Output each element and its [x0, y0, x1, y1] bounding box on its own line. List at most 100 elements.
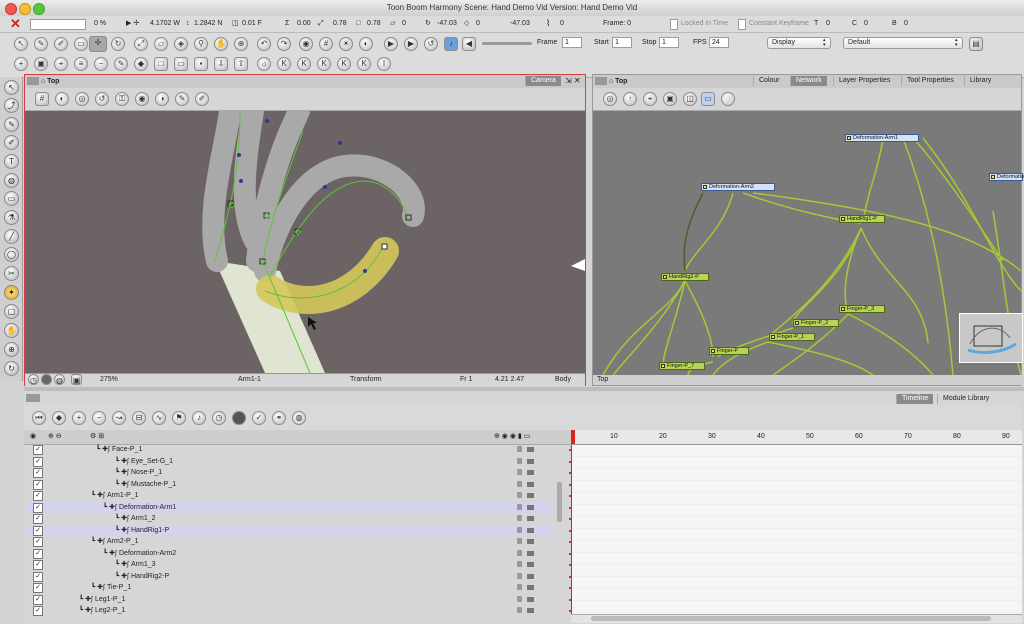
line-tool-icon[interactable]: ╱: [4, 229, 19, 244]
tl-settings-header-icon[interactable]: ⚙ ⊞: [90, 432, 104, 442]
node-finger-p1[interactable]: Finger-P_1: [769, 333, 815, 341]
save-icon[interactable]: ▪: [194, 57, 208, 71]
tl-first-icon[interactable]: ⏮: [32, 411, 46, 425]
layer-lock-icon[interactable]: [517, 538, 522, 544]
layer-color-swatch[interactable]: [527, 470, 534, 475]
frame-key-marker[interactable]: [569, 610, 571, 612]
tab-tool-properties[interactable]: Tool Properties: [901, 76, 959, 86]
morph-tool-icon[interactable]: ◈: [174, 37, 188, 51]
layer-color-swatch[interactable]: [527, 458, 534, 464]
frame-field[interactable]: 1: [562, 37, 582, 48]
layer-row[interactable]: ✓ ┗ ✚∫ Arm1_3: [27, 559, 553, 570]
layer-color-swatch[interactable]: [527, 539, 534, 544]
node-monitor-icon[interactable]: ▭: [701, 92, 715, 106]
brush-icon[interactable]: ✎: [34, 37, 48, 51]
layer-enable-checkbox[interactable]: ✓: [33, 468, 43, 478]
key-icon[interactable]: K: [277, 57, 291, 71]
transform-tool-side-icon[interactable]: ▢: [4, 304, 19, 319]
layer-props-icon[interactable]: ≡: [74, 57, 88, 71]
redo-icon[interactable]: ↷: [277, 37, 291, 51]
layer-lock-icon[interactable]: [517, 607, 522, 613]
layer-row[interactable]: ✓ ┗ ✚∫ HandRig2-P: [27, 571, 553, 582]
layer-color-swatch[interactable]: [527, 481, 534, 487]
zoom-tool-side-icon[interactable]: ⊕: [4, 342, 19, 357]
tl-motion-icon[interactable]: ↝: [112, 411, 126, 425]
node-finger-p7[interactable]: Finger-P_7: [659, 362, 705, 370]
eraser-icon[interactable]: ▭: [74, 37, 88, 51]
play-sound-icon[interactable]: ▶: [404, 37, 418, 51]
timeline-menu-icon[interactable]: [26, 394, 40, 402]
new-scene-icon[interactable]: □: [154, 57, 168, 71]
sound-scrub-icon[interactable]: ◀: [462, 37, 476, 51]
layer-row[interactable]: ✓ ┗ ✚∫ Deformation-Arm2: [27, 548, 553, 559]
skew-tool-icon[interactable]: ▱: [154, 37, 168, 51]
hand-tool-icon[interactable]: ✋: [214, 37, 228, 51]
node-handrig2[interactable]: HandRig2-P: [661, 273, 709, 281]
frame-key-marker[interactable]: [569, 518, 571, 520]
frame-key-marker[interactable]: [569, 575, 571, 578]
tl-ease-icon[interactable]: ∿: [152, 411, 166, 425]
settings-icon[interactable]: ▤: [969, 37, 983, 51]
tl-zoom-header-icon[interactable]: ⊕ ◉ ◉ ▮ ▭: [494, 432, 530, 442]
zoom-window-button[interactable]: [33, 3, 45, 15]
frame-key-marker[interactable]: [569, 598, 571, 601]
panel-close-icon[interactable]: ⇲ ✕: [565, 76, 581, 85]
tl-sound-icon[interactable]: ♪: [192, 411, 206, 425]
keyframe-icon[interactable]: ◆: [134, 57, 148, 71]
layer-color-swatch[interactable]: [527, 585, 534, 590]
layer-row[interactable]: ✓ ┗ ✚∫ Leg1-P_1: [27, 594, 553, 605]
onion-skin-icon[interactable]: ◐: [359, 37, 373, 51]
grid-toggle-icon[interactable]: #: [35, 92, 49, 106]
frame-key-marker[interactable]: [569, 495, 571, 497]
layer-enable-checkbox[interactable]: ✓: [33, 537, 43, 547]
mask-icon[interactable]: ◑: [155, 92, 169, 106]
display-select[interactable]: Display: [767, 37, 831, 49]
layer-row[interactable]: ✓ ┗ ✚∫ Tie-P_1: [27, 582, 553, 593]
dropper-tool-icon[interactable]: ⚗: [4, 210, 19, 225]
skew-a-value[interactable]: 0: [402, 19, 406, 29]
color-icon[interactable]: ◉: [135, 92, 149, 106]
timeline-ruler[interactable]: 10 20 30 40 50 60 70 80 90: [571, 430, 1022, 445]
start-field[interactable]: 1: [612, 37, 632, 48]
rotate-tool-icon[interactable]: ↻: [111, 37, 125, 51]
key-2-icon[interactable]: K: [297, 57, 311, 71]
node-finger-p3[interactable]: Finger-P_3: [839, 305, 885, 313]
pencil-icon[interactable]: ✐: [54, 37, 68, 51]
layer-row[interactable]: ✓ ┗ ✚∫ Arm1_2: [27, 513, 553, 524]
peg-icon[interactable]: ⌖: [54, 57, 68, 71]
layer-row[interactable]: ✓ ┗ ✚∫ Face-P_1: [27, 444, 553, 455]
frame-key-marker[interactable]: [569, 506, 571, 509]
brush-tool-icon[interactable]: ✎: [4, 117, 19, 132]
offset-value[interactable]: 0: [476, 19, 480, 29]
onion-icon[interactable]: ◐: [55, 92, 69, 106]
frame-key-marker[interactable]: [569, 529, 571, 532]
tab-module-library[interactable]: Module Library: [937, 394, 994, 404]
fps-field[interactable]: 24: [709, 37, 729, 48]
c-value[interactable]: 0: [864, 19, 868, 29]
eraser-tool-icon[interactable]: ▭: [4, 191, 19, 206]
layer-lock-icon[interactable]: [517, 561, 522, 567]
scale-tool-icon[interactable]: ⤢: [134, 37, 148, 51]
layer-enable-checkbox[interactable]: ✓: [33, 525, 43, 536]
layer-enable-checkbox[interactable]: ✓: [33, 548, 43, 559]
tl-check-icon[interactable]: ✓: [252, 411, 266, 425]
layer-row[interactable]: ✓ ┗ ✚∫ Mustache-P_1: [27, 479, 553, 490]
reset-view-icon[interactable]: ↺: [95, 92, 109, 106]
layer-row[interactable]: ✓ ┗ ✚∫ Nose-P_1: [27, 467, 553, 478]
tab-timeline[interactable]: Timeline: [896, 394, 934, 404]
default-select[interactable]: Default: [843, 37, 963, 49]
camera-icon[interactable]: ◉: [299, 37, 313, 51]
skew-b-value[interactable]: -47.03: [437, 19, 457, 29]
node-panel-menu-icon[interactable]: [595, 77, 607, 86]
layer-lock-icon[interactable]: [517, 526, 522, 533]
angle-value[interactable]: 0.00: [297, 19, 311, 29]
layer-enable-checkbox[interactable]: ✓: [33, 502, 43, 513]
light-table-icon[interactable]: ☀: [339, 37, 353, 51]
layer-color-swatch[interactable]: [527, 447, 534, 452]
tab-camera[interactable]: Camera: [525, 76, 561, 86]
layer-lock-icon[interactable]: [517, 480, 522, 487]
volume-slider[interactable]: [482, 42, 532, 45]
loop-icon[interactable]: ↺: [424, 37, 438, 51]
group-icon[interactable]: ▣: [34, 57, 48, 71]
frame-toggle-icon[interactable]: ▣: [71, 374, 82, 385]
